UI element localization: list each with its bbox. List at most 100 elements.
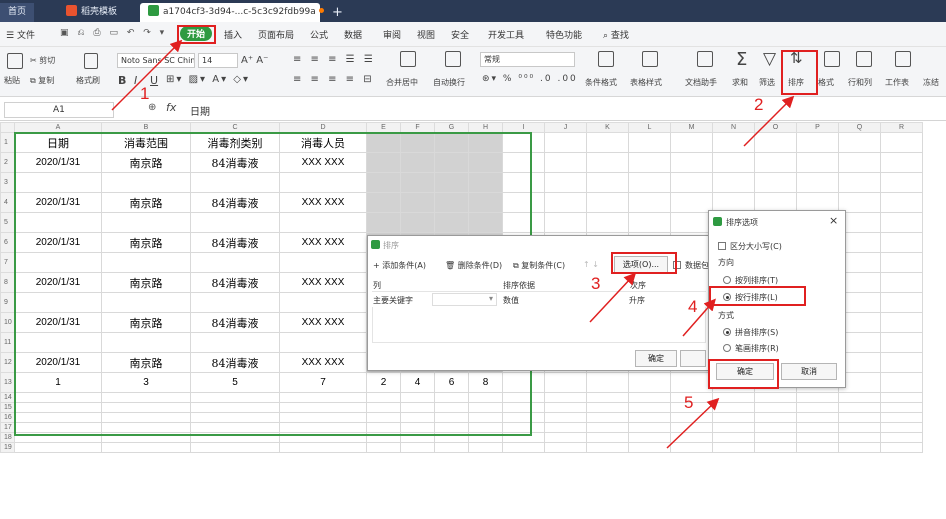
copy-button[interactable]: ⧉ 复制	[30, 75, 54, 86]
column-header-m[interactable]: M	[670, 122, 713, 133]
empty-cell[interactable]	[279, 442, 367, 453]
empty-cell[interactable]	[628, 172, 671, 193]
empty-cell[interactable]	[712, 412, 755, 423]
menu-search[interactable]: ⌕ 查找	[603, 28, 629, 41]
tab-template[interactable]: 稻壳模板	[58, 3, 125, 22]
empty-cell[interactable]	[712, 432, 755, 443]
menu-data[interactable]: 数据	[344, 28, 362, 41]
empty-cell[interactable]	[838, 442, 881, 453]
quick-access-icons[interactable]: ▣ ⎌ ⎙ ▭ ↶ ↷ ▾	[60, 28, 167, 38]
empty-cell[interactable]	[190, 442, 280, 453]
empty-cell[interactable]	[880, 352, 923, 373]
empty-cell[interactable]	[754, 422, 797, 433]
empty-cell[interactable]	[586, 402, 629, 413]
row-header[interactable]: 7	[0, 252, 15, 273]
row-header[interactable]: 5	[0, 212, 15, 233]
empty-cell[interactable]	[880, 432, 923, 443]
empty-cell[interactable]	[670, 152, 713, 173]
align-top-icons[interactable]: ≡ ≡ ≡ ☰ ☰	[293, 54, 376, 65]
close-icon[interactable]: ×	[829, 214, 838, 227]
wrap-button[interactable]: 自动换行	[433, 77, 465, 88]
sort-button[interactable]: 排序	[788, 77, 804, 88]
empty-cell[interactable]	[880, 132, 923, 153]
cond-format-icon[interactable]	[598, 51, 614, 67]
empty-cell[interactable]	[880, 232, 923, 253]
column-header-f[interactable]: F	[400, 122, 435, 133]
order-select[interactable]: 升序	[629, 295, 645, 306]
empty-cell[interactable]	[880, 272, 923, 293]
menu-review[interactable]: 审阅	[383, 28, 401, 41]
column-header-d[interactable]: D	[279, 122, 367, 133]
cut-button[interactable]: ✂ 剪切	[30, 55, 55, 66]
empty-cell[interactable]	[796, 172, 839, 193]
column-header-j[interactable]: J	[544, 122, 587, 133]
column-header-e[interactable]: E	[366, 122, 401, 133]
empty-cell[interactable]	[838, 402, 881, 413]
pinyin-radio[interactable]: 拼音排序(S)	[723, 327, 778, 338]
move-arrows-icon[interactable]: ↑ ↓	[583, 260, 599, 269]
empty-cell[interactable]	[544, 372, 587, 393]
align-bottom-icons[interactable]: ≡ ≡ ≡ ≡ ⊟	[293, 74, 375, 85]
empty-cell[interactable]	[670, 372, 713, 393]
empty-cell[interactable]	[754, 132, 797, 153]
column-header-g[interactable]: G	[434, 122, 469, 133]
empty-cell[interactable]	[754, 392, 797, 403]
empty-cell[interactable]	[838, 392, 881, 403]
table-style-icon[interactable]	[642, 51, 658, 67]
empty-cell[interactable]	[712, 402, 755, 413]
by-row-radio[interactable]: 按行排序(L)	[723, 292, 778, 303]
column-header-l[interactable]: L	[628, 122, 671, 133]
empty-cell[interactable]	[880, 212, 923, 233]
empty-cell[interactable]	[880, 372, 923, 393]
rowcol-icon[interactable]	[856, 51, 872, 67]
row-header[interactable]: 4	[0, 192, 15, 213]
empty-cell[interactable]	[586, 442, 629, 453]
empty-cell[interactable]	[628, 402, 671, 413]
empty-cell[interactable]	[628, 372, 671, 393]
empty-cell[interactable]	[628, 212, 671, 233]
name-box[interactable]: A1	[4, 102, 114, 118]
empty-cell[interactable]	[880, 312, 923, 333]
empty-cell[interactable]	[796, 412, 839, 423]
doc-helper-button[interactable]: 文档助手	[685, 77, 717, 88]
empty-cell[interactable]	[628, 422, 671, 433]
tab-spreadsheet[interactable]: a1704cf3-3d94-...c-5c3c92fdb99a	[140, 3, 324, 22]
row-header[interactable]: 14	[0, 392, 15, 403]
empty-cell[interactable]	[586, 412, 629, 423]
empty-cell[interactable]	[712, 152, 755, 173]
basis-select[interactable]: 数值	[503, 295, 519, 306]
column-header-n[interactable]: N	[712, 122, 755, 133]
empty-cell[interactable]	[628, 192, 671, 213]
merge-icon[interactable]	[400, 51, 416, 67]
format-button[interactable]: 格式	[818, 77, 834, 88]
empty-cell[interactable]	[586, 172, 629, 193]
empty-cell[interactable]	[544, 422, 587, 433]
delete-condition-button[interactable]: 🗑 删除条件(D)	[445, 260, 502, 271]
row-header[interactable]: 13	[0, 372, 15, 393]
stroke-radio[interactable]: 笔画排序(R)	[723, 343, 779, 354]
row-header[interactable]: 3	[0, 172, 15, 193]
empty-cell[interactable]	[754, 402, 797, 413]
empty-cell[interactable]	[670, 212, 713, 233]
freeze-button[interactable]: 冻结	[923, 77, 939, 88]
options-button[interactable]: 选项(O)...	[614, 256, 668, 273]
row-header[interactable]: 11	[0, 332, 15, 353]
empty-cell[interactable]	[670, 172, 713, 193]
empty-cell[interactable]	[544, 152, 587, 173]
empty-cell[interactable]	[838, 412, 881, 423]
number-format-select[interactable]: 常规	[480, 52, 575, 67]
empty-cell[interactable]	[586, 152, 629, 173]
empty-cell[interactable]	[796, 422, 839, 433]
empty-cell[interactable]	[544, 442, 587, 453]
doc-helper-icon[interactable]	[697, 51, 713, 67]
options-cancel-button[interactable]: 取消	[781, 363, 837, 380]
fx-button[interactable]: fx	[166, 101, 176, 114]
column-header-k[interactable]: K	[586, 122, 629, 133]
wrap-icon[interactable]	[445, 51, 461, 67]
row-header[interactable]: 10	[0, 312, 15, 333]
number-format-icons[interactable]: ⊛▾ % ⁰⁰⁰ .0 .00	[482, 74, 578, 84]
empty-cell[interactable]	[838, 132, 881, 153]
empty-cell[interactable]	[880, 442, 923, 453]
empty-cell[interactable]	[712, 132, 755, 153]
case-sensitive-checkbox[interactable]: 区分大小写(C)	[718, 241, 782, 252]
